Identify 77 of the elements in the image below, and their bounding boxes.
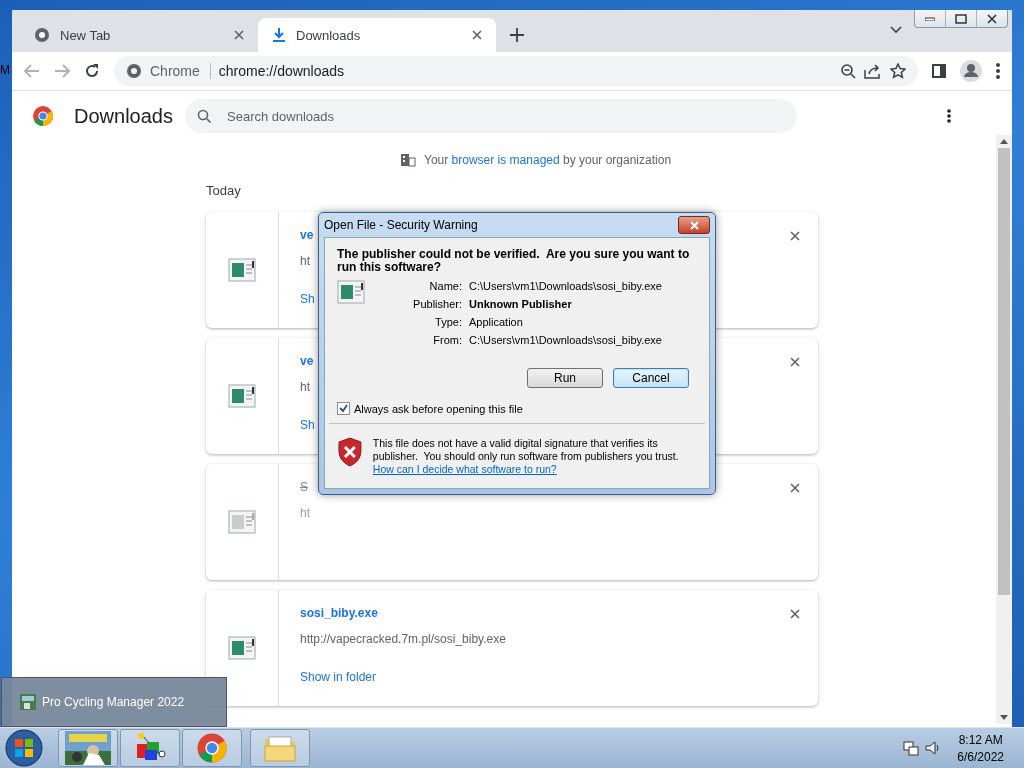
field-label: Publisher: <box>412 298 462 310</box>
scroll-down-icon[interactable] <box>1000 715 1008 720</box>
scroll-up-icon[interactable] <box>1000 139 1008 144</box>
dialog-title: Open File - Security Warning <box>324 218 478 232</box>
reload-icon[interactable] <box>84 63 100 79</box>
search-input[interactable]: Search downloads <box>225 107 785 125</box>
file-name[interactable]: ve <box>300 228 314 242</box>
file-icon <box>228 636 256 660</box>
file-url: http://vapecracked.7m.pl/sosi_biby.exe <box>300 632 506 646</box>
share-icon[interactable] <box>864 63 882 79</box>
field-label: Name: <box>428 280 462 292</box>
checkbox-label[interactable]: Always ask before opening this file <box>354 402 523 415</box>
file-url: ht <box>300 254 310 268</box>
section-heading: Today <box>206 183 241 198</box>
field-label: Type: <box>434 316 462 328</box>
shield-icon <box>337 437 363 467</box>
file-name: S <box>300 480 308 494</box>
managed-link[interactable]: browser is managed <box>451 153 560 167</box>
file-icon <box>337 280 365 304</box>
star-icon[interactable] <box>890 63 906 79</box>
side-panel-icon[interactable] <box>932 64 946 78</box>
download-icon <box>272 27 286 43</box>
chevron-icon[interactable] <box>890 26 902 34</box>
app-thumbnail-icon <box>20 694 36 710</box>
profile-icon[interactable] <box>960 60 982 82</box>
tooltip-title[interactable]: Pro Cycling Manager 2022 <box>42 695 185 709</box>
close-button[interactable] <box>678 216 710 234</box>
speaker-icon[interactable] <box>925 740 942 756</box>
remove-icon[interactable] <box>790 231 800 241</box>
dialog-heading: The publisher could not be verified. Are you sure you want to run this software? <box>337 248 691 274</box>
show-in-folder-link[interactable]: Sh <box>300 292 315 306</box>
field-value: Unknown Publisher <box>469 298 573 310</box>
file-name[interactable]: ve <box>300 354 314 368</box>
clock-date[interactable]: 6/6/2022 <box>957 749 1004 764</box>
warning-text: This file does not have a valid digital signature that verifies its publisher. You should only run software from publishers you trust. How can I decide what software to run? <box>372 437 680 476</box>
chrome-icon <box>196 732 228 764</box>
building-icon <box>400 153 416 167</box>
help-link[interactable]: How can I decide what software to run? <box>372 463 557 475</box>
remove-icon[interactable] <box>790 609 800 619</box>
file-name[interactable]: sosi_biby.exe <box>300 606 378 620</box>
browser-tab[interactable]: Downloads <box>258 18 496 52</box>
taskbar-button[interactable] <box>58 729 118 767</box>
network-icon[interactable] <box>903 740 920 756</box>
field-value: C:\Users\vm1\Downloads\sosi_biby.exe <box>469 280 663 292</box>
clock-time[interactable]: 8:12 AM <box>958 732 1003 747</box>
page-title: Downloads <box>74 104 174 128</box>
field-value: C:\Users\vm1\Downloads\sosi_biby.exe <box>469 334 663 346</box>
file-icon <box>228 384 256 408</box>
file-icon <box>228 510 256 534</box>
field-value: Application <box>469 316 524 328</box>
new-tab-icon[interactable] <box>510 28 524 42</box>
scrollbar[interactable] <box>996 135 1012 724</box>
remove-icon[interactable] <box>790 483 800 493</box>
close-icon <box>689 220 699 230</box>
dialog-button[interactable]: Run <box>527 368 603 388</box>
browser-tab[interactable]: New Tab <box>20 18 258 52</box>
address-bar[interactable]: Chrome chrome://downloads <box>114 56 918 86</box>
checkbox[interactable] <box>337 402 350 415</box>
close-icon[interactable] <box>472 30 482 40</box>
remove-icon[interactable] <box>790 357 800 367</box>
dialog-button[interactable]: Cancel <box>613 368 689 388</box>
folder-icon <box>263 733 297 763</box>
search-icon <box>197 109 211 123</box>
menu-icon[interactable] <box>996 63 1000 79</box>
show-in-folder-link[interactable]: Show in folder <box>300 670 377 684</box>
show-in-folder-link[interactable]: Sh <box>300 418 315 432</box>
field-label: From: <box>432 334 462 346</box>
file-url: ht <box>300 506 310 520</box>
managed-notice: Your browser is managed by your organization <box>424 153 672 167</box>
file-icon <box>228 258 256 282</box>
more-icon[interactable] <box>947 109 951 123</box>
zoom-icon[interactable] <box>840 63 856 79</box>
chrome-logo-icon <box>32 105 54 127</box>
search-bar[interactable]: Search downloads <box>185 99 797 133</box>
file-url: ht <box>300 380 310 394</box>
desktop-icon-label: M <box>0 63 10 77</box>
start-button[interactable] <box>4 728 44 768</box>
